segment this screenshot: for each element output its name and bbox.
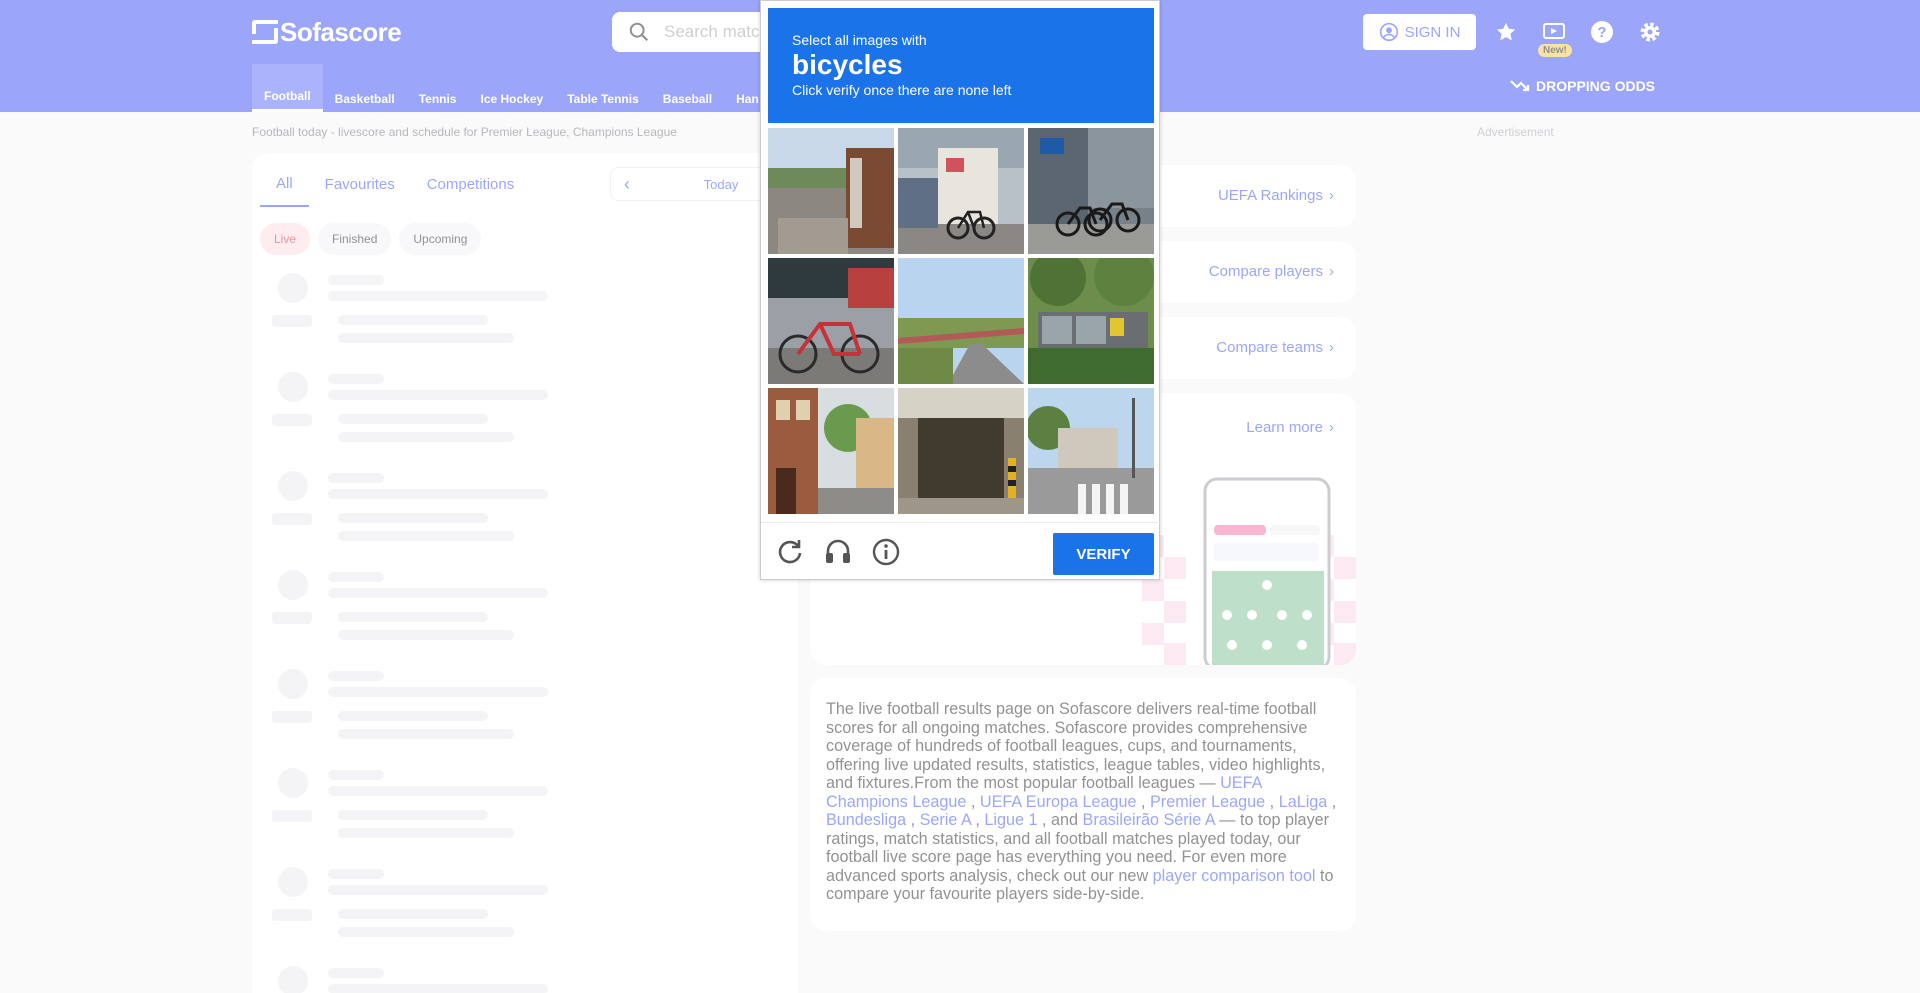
captcha-hint: Click verify once there are none left	[792, 82, 1012, 98]
captcha-tile-8[interactable]	[898, 388, 1024, 514]
captcha-target-word: bicycles	[792, 49, 903, 80]
captcha-tile-4[interactable]	[768, 258, 894, 384]
refresh-icon[interactable]	[775, 537, 805, 567]
captcha-instruction: Select all images with	[792, 32, 927, 48]
captcha-tile-3[interactable]	[1028, 128, 1154, 254]
captcha-tile-1[interactable]	[768, 128, 894, 254]
captcha-tile-6[interactable]	[1028, 258, 1154, 384]
captcha-tile-9[interactable]	[1028, 388, 1154, 514]
captcha-prompt: Select all images with bicycles Click ve…	[768, 8, 1154, 123]
captcha-tile-2[interactable]	[898, 128, 1024, 254]
captcha-tile-5[interactable]	[898, 258, 1024, 384]
verify-button[interactable]: VERIFY	[1053, 533, 1154, 575]
captcha-challenge: Select all images with bicycles Click ve…	[760, 0, 1161, 581]
audio-challenge-icon[interactable]	[823, 537, 853, 567]
captcha-image-grid	[768, 128, 1154, 514]
info-icon[interactable]	[871, 537, 901, 567]
captcha-footer: VERIFY	[761, 522, 1161, 581]
captcha-tile-7[interactable]	[768, 388, 894, 514]
